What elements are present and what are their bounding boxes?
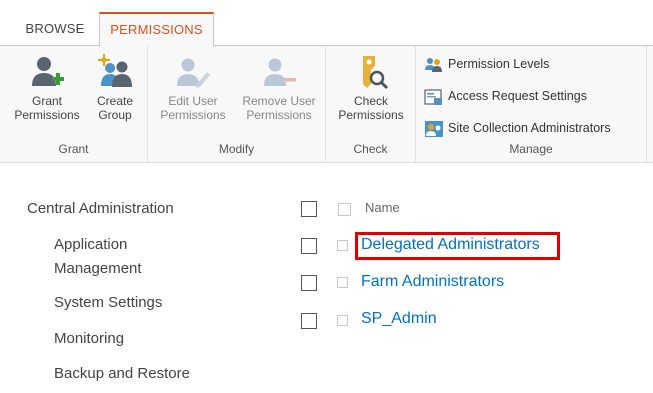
group-modify-label: Modify [218, 142, 255, 156]
access-request-settings-button[interactable]: Access Request Settings [424, 85, 587, 107]
edit-user-permissions-label: Edit User Permissions [160, 94, 226, 122]
nav-backup-and-restore[interactable]: Backup and Restore [54, 362, 190, 386]
create-group-button[interactable]: Create Group [86, 54, 144, 122]
remove-user-permissions-label: Remove User Permissions [242, 94, 316, 122]
ribbon-tab-bar: BROWSE PERMISSIONS [0, 0, 653, 46]
row-checkbox[interactable] [301, 275, 317, 291]
row-checkbox[interactable] [301, 313, 317, 329]
remove-user-permissions-button[interactable]: Remove User Permissions [234, 54, 324, 122]
group-modify: Edit User Permissions Remove User Permis… [148, 46, 326, 162]
row-item-checkbox[interactable] [337, 315, 348, 326]
site-collection-administrators-icon [425, 120, 443, 137]
group-grant: Grant Permissions Create Group Grant [0, 46, 148, 162]
group-check-label: Check [353, 142, 388, 156]
column-header-name[interactable]: Name [365, 200, 400, 215]
header-select-checkbox[interactable] [338, 203, 351, 216]
list-item-link[interactable]: SP_Admin [361, 310, 437, 328]
check-permissions-icon [363, 56, 389, 90]
remove-user-permissions-icon [264, 58, 296, 86]
create-group-label: Create Group [96, 94, 134, 122]
row-item-checkbox[interactable] [337, 240, 348, 251]
access-request-settings-icon [424, 89, 442, 105]
permission-levels-label: Permission Levels [448, 57, 550, 71]
row-checkbox[interactable] [301, 238, 317, 254]
nav-application-management[interactable]: Application Management [54, 233, 142, 281]
nav-monitoring[interactable]: Monitoring [54, 327, 124, 351]
edit-user-permissions-icon [177, 58, 210, 88]
create-group-icon [98, 54, 132, 87]
group-manage: Permission Levels Access Request Setting… [416, 46, 647, 162]
row-item-checkbox[interactable] [337, 277, 348, 288]
edit-user-permissions-button[interactable]: Edit User Permissions [154, 54, 232, 122]
group-grant-label: Grant [58, 142, 89, 156]
access-request-settings-label: Access Request Settings [448, 89, 587, 103]
select-all-checkbox[interactable] [301, 201, 317, 217]
permission-levels-icon [425, 57, 442, 72]
permission-levels-button[interactable]: Permission Levels [424, 53, 549, 75]
list-item-link[interactable]: Farm Administrators [361, 273, 504, 291]
group-check: Check Permissions Check [326, 46, 416, 162]
site-collection-administrators-button[interactable]: Site Collection Administrators [424, 117, 611, 139]
grant-permissions-label: Grant Permissions [14, 94, 80, 122]
highlight-box [355, 232, 560, 260]
check-permissions-button[interactable]: Check Permissions [332, 54, 410, 122]
tab-permissions[interactable]: PERMISSIONS [99, 12, 214, 46]
grant-permissions-button[interactable]: Grant Permissions [8, 54, 86, 122]
grant-permissions-icon [32, 57, 64, 86]
group-manage-label: Manage [509, 142, 553, 156]
nav-system-settings[interactable]: System Settings [54, 291, 162, 315]
tab-browse[interactable]: BROWSE [14, 12, 96, 45]
site-collection-administrators-label: Site Collection Administrators [448, 121, 611, 135]
nav-central-administration[interactable]: Central Administration [27, 197, 174, 221]
ribbon: Grant Permissions Create Group Grant Edi… [0, 45, 653, 163]
check-permissions-label: Check Permissions [338, 94, 404, 122]
